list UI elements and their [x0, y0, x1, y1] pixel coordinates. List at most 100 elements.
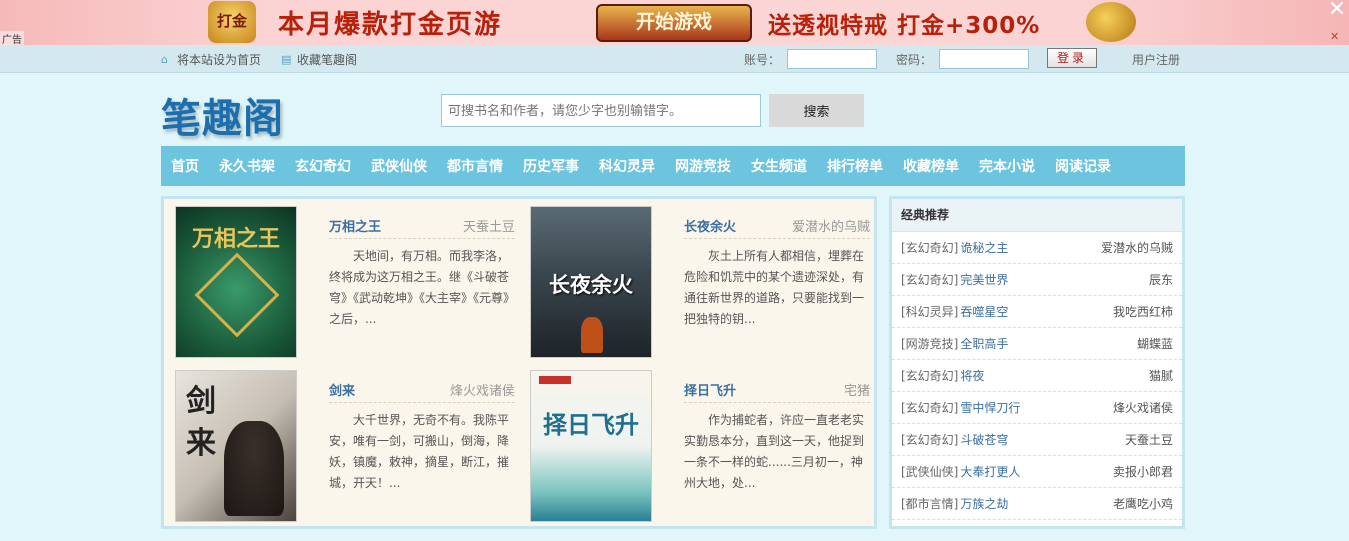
book-cover[interactable]: 长夜余火	[530, 206, 652, 358]
classic-category[interactable]: [玄幻奇幻]	[901, 367, 958, 384]
book-title[interactable]: 万相之王	[329, 216, 381, 235]
classic-book-author[interactable]: 猫腻	[1149, 367, 1173, 384]
classic-category[interactable]: [玄幻奇幻]	[901, 239, 958, 256]
book-author[interactable]: 烽火戏诸侯	[450, 380, 515, 399]
classic-list-item: [都市言情] 万族之劫 老鹰吃小鸡	[892, 488, 1182, 520]
search-input[interactable]	[441, 94, 761, 127]
book-title[interactable]: 择日飞升	[684, 380, 736, 399]
top-bar: ⌂ 将本站设为首页 ▤ 收藏笔趣阁 账号： 密码： 登录 用户注册	[0, 45, 1349, 73]
nav-favorites-ranking[interactable]: 收藏榜单	[903, 156, 959, 176]
classic-category[interactable]: [武侠仙侠]	[901, 463, 958, 480]
book-description: 灰土上所有人都相信，埋葬在危险和饥荒中的某个遗迹深处，有通往新世界的道路，只要能…	[684, 249, 865, 326]
featured-books-panel: 万相之王 万相之王 天蚕土豆 天地间，有万相。而我李洛，终将成为这万相之王。继《…	[161, 196, 877, 529]
classic-book-author[interactable]: 蝴蝶蓝	[1137, 335, 1173, 352]
nav-lishi[interactable]: 历史军事	[523, 156, 579, 176]
ad-banner[interactable]: 打金 本月爆款打金页游 开始游戏 送透视特戒 打金+300% 广告 ✕ ✕	[0, 0, 1349, 45]
ad-corner-icon[interactable]: ✕	[1330, 30, 1339, 43]
ad-start-game-button[interactable]: 开始游戏	[596, 4, 752, 42]
classic-category[interactable]: [都市言情]	[901, 495, 958, 512]
ad-offer-text: 送透视特戒 打金+300%	[768, 13, 1041, 39]
folder-icon: ▤	[281, 52, 292, 66]
classic-list-item: [玄幻奇幻] 完美世界 辰东	[892, 264, 1182, 296]
book-description: 作为捕蛇者，许应一直老老实实勤恳本分，直到这一天，他捉到一条不一样的蛇.....…	[684, 413, 865, 490]
nav-wangyou[interactable]: 网游竞技	[675, 156, 731, 176]
classic-book-title[interactable]: 斗破苍穹	[960, 431, 1125, 448]
book-cover[interactable]: 剑来	[175, 370, 297, 522]
classic-heading: 经典推荐	[892, 199, 1182, 232]
book-cover-title: 万相之王	[191, 226, 280, 252]
bookmark-link[interactable]: ▤ 收藏笔趣阁	[281, 51, 357, 68]
bookmark-label: 收藏笔趣阁	[297, 53, 358, 67]
classic-book-title[interactable]: 完美世界	[960, 271, 1149, 288]
book-cover-title: 剑来	[186, 384, 216, 461]
book-author[interactable]: 宅猪	[844, 380, 870, 399]
classic-book-title[interactable]: 雪中悍刀行	[960, 399, 1113, 416]
nav-wuxia[interactable]: 武侠仙侠	[371, 156, 427, 176]
register-link[interactable]: 用户注册	[1132, 51, 1180, 68]
ad-close-icon[interactable]: ✕	[1326, 0, 1348, 22]
nav-completed[interactable]: 完本小说	[979, 156, 1035, 176]
classic-category[interactable]: [玄幻奇幻]	[901, 399, 958, 416]
book-cover-title: 长夜余火	[549, 272, 633, 297]
classic-category[interactable]: [玄幻奇幻]	[901, 431, 958, 448]
book-description: 大千世界，无奇不有。我陈平安，唯有一剑，可搬山，倒海，降妖，镇魔，敕神，摘星，断…	[329, 413, 510, 490]
classic-book-title[interactable]: 大奉打更人	[960, 463, 1113, 480]
classic-book-author[interactable]: 辰东	[1149, 271, 1173, 288]
nav-kehuan[interactable]: 科幻灵异	[599, 156, 655, 176]
nav-nvsheng[interactable]: 女生频道	[751, 156, 807, 176]
book-card: 择日飞升 择日飞升 宅猪 作为捕蛇者，许应一直老老实实勤恳本分，直到这一天，他捉…	[530, 370, 870, 526]
book-card: 剑来 剑来 烽火戏诸侯 大千世界，无奇不有。我陈平安，唯有一剑，可搬山，倒海，降…	[175, 370, 515, 526]
book-cover[interactable]: 择日飞升	[530, 370, 652, 522]
classic-book-title[interactable]: 诡秘之主	[960, 239, 1101, 256]
classic-list-item: [武侠仙侠] 大奉打更人 卖报小郎君	[892, 456, 1182, 488]
book-title[interactable]: 长夜余火	[684, 216, 736, 235]
classic-book-author[interactable]: 卖报小郎君	[1113, 463, 1173, 480]
classic-book-title[interactable]: 全职高手	[960, 335, 1137, 352]
book-cover[interactable]: 万相之王	[175, 206, 297, 358]
classic-list-item: [玄幻奇幻] 斗破苍穹 天蚕土豆	[892, 424, 1182, 456]
login-button[interactable]: 登录	[1047, 48, 1097, 68]
classic-book-title[interactable]: 将夜	[960, 367, 1149, 384]
main-nav: 首页 永久书架 玄幻奇幻 武侠仙侠 都市言情 历史军事 科幻灵异 网游竞技 女生…	[161, 146, 1185, 186]
book-title[interactable]: 剑来	[329, 380, 355, 399]
classic-book-author[interactable]: 我吃西红柿	[1113, 303, 1173, 320]
classic-list-item: [玄幻奇幻] 雪中悍刀行 烽火戏诸侯	[892, 392, 1182, 424]
classic-book-title[interactable]: 万族之劫	[960, 495, 1113, 512]
ad-game-logo: 打金	[208, 1, 256, 43]
search-button[interactable]: 搜索	[769, 94, 864, 127]
nav-ranking[interactable]: 排行榜单	[827, 156, 883, 176]
ad-headline: 本月爆款打金页游	[278, 10, 503, 40]
home-icon: ⌂	[161, 52, 168, 66]
account-label: 账号：	[744, 53, 781, 67]
set-home-label: 将本站设为首页	[177, 53, 262, 67]
book-author[interactable]: 天蚕土豆	[463, 216, 515, 235]
set-home-link[interactable]: ⌂ 将本站设为首页	[161, 51, 261, 68]
password-label: 密码：	[896, 53, 933, 67]
classic-book-author[interactable]: 老鹰吃小鸡	[1113, 495, 1173, 512]
password-input[interactable]	[939, 49, 1029, 69]
book-card: 万相之王 万相之王 天蚕土豆 天地间，有万相。而我李洛，终将成为这万相之王。继《…	[175, 206, 515, 362]
nav-dushi[interactable]: 都市言情	[447, 156, 503, 176]
ad-dragon-icon	[1086, 2, 1136, 42]
classic-list-item: [科幻灵异] 吞噬星空 我吃西红柿	[892, 296, 1182, 328]
nav-bookshelf[interactable]: 永久书架	[219, 156, 275, 176]
classic-list-item: [玄幻奇幻] 诡秘之主 爱潜水的乌贼	[892, 232, 1182, 264]
nav-home[interactable]: 首页	[171, 156, 199, 176]
classic-category[interactable]: [科幻灵异]	[901, 303, 958, 320]
classic-list-item: [玄幻奇幻] 将夜 猫腻	[892, 360, 1182, 392]
ad-label: 广告	[0, 31, 24, 45]
book-author[interactable]: 爱潜水的乌贼	[792, 216, 870, 235]
site-logo[interactable]: 笔趣阁	[161, 86, 284, 144]
nav-xuanhuan[interactable]: 玄幻奇幻	[295, 156, 351, 176]
classic-category[interactable]: [网游竞技]	[901, 335, 958, 352]
book-description: 天地间，有万相。而我李洛，终将成为这万相之王。继《斗破苍穹》《武动乾坤》《大主宰…	[329, 249, 516, 326]
classic-book-title[interactable]: 吞噬星空	[960, 303, 1113, 320]
book-cover-title: 择日飞升	[543, 410, 639, 439]
classic-book-author[interactable]: 烽火戏诸侯	[1113, 399, 1173, 416]
nav-history[interactable]: 阅读记录	[1055, 156, 1111, 176]
classic-category[interactable]: [玄幻奇幻]	[901, 271, 958, 288]
classic-book-author[interactable]: 天蚕土豆	[1125, 431, 1173, 448]
classic-book-author[interactable]: 爱潜水的乌贼	[1101, 239, 1173, 256]
account-input[interactable]	[787, 49, 877, 69]
classic-list-item: [网游竞技] 全职高手 蝴蝶蓝	[892, 328, 1182, 360]
